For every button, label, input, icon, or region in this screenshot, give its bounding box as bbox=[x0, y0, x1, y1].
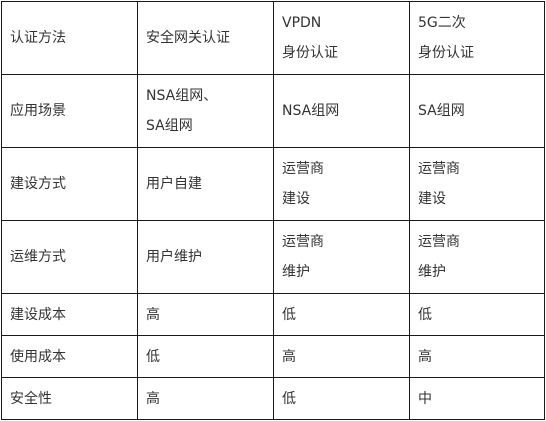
cell-line: 低 bbox=[146, 348, 160, 365]
row-label: 建设成本 bbox=[10, 306, 66, 323]
table-cell: VPDN 身份认证 bbox=[273, 1, 410, 75]
table-cell: 运营商 建设 bbox=[273, 147, 410, 221]
table-cell: 低 bbox=[409, 293, 545, 336]
table-cell: NSA组网、 SA组网 bbox=[137, 74, 274, 148]
cell-line: SA组网 bbox=[418, 103, 465, 119]
cell-line: 身份认证 bbox=[418, 45, 474, 61]
cell-line: 运营商 bbox=[282, 234, 324, 250]
table-cell: 高 bbox=[409, 335, 545, 378]
cell-line: 低 bbox=[282, 306, 296, 323]
table-cell: 低 bbox=[273, 293, 410, 336]
cell-line: SA组网 bbox=[146, 118, 193, 134]
table-cell: 高 bbox=[137, 293, 274, 336]
table-cell: 中 bbox=[409, 377, 545, 420]
row-label-cell: 安全性 bbox=[1, 377, 138, 420]
cell-line: 用户维护 bbox=[146, 249, 202, 265]
row-label: 认证方法 bbox=[10, 30, 66, 46]
row-label-cell: 建设成本 bbox=[1, 293, 138, 336]
cell-line: 高 bbox=[146, 306, 160, 323]
cell-line: 运营商 bbox=[418, 234, 460, 250]
cell-line: 中 bbox=[418, 390, 432, 407]
row-label: 运维方式 bbox=[10, 249, 66, 265]
cell-line: 维护 bbox=[418, 264, 446, 280]
row-label-cell: 认证方法 bbox=[1, 1, 138, 75]
row-label-cell: 应用场景 bbox=[1, 74, 138, 148]
table-cell: 运营商 维护 bbox=[273, 220, 410, 294]
table-row-build-cost: 建设成本 高 低 低 bbox=[1, 293, 545, 336]
cell-line: NSA组网 bbox=[282, 103, 340, 119]
row-label: 建设方式 bbox=[10, 176, 66, 192]
table-row-maintenance: 运维方式 用户维护 运营商维护 运营商维护 bbox=[1, 220, 545, 294]
cell-line: 身份认证 bbox=[282, 45, 338, 61]
table-cell: 用户维护 bbox=[137, 220, 274, 294]
row-label-cell: 使用成本 bbox=[1, 335, 138, 378]
cell-line: 建设 bbox=[282, 191, 310, 207]
row-label-cell: 建设方式 bbox=[1, 147, 138, 221]
table-cell: 运营商 维护 bbox=[409, 220, 545, 294]
table-cell: 5G二次身份认证 bbox=[409, 1, 545, 75]
cell-line: 高 bbox=[282, 348, 296, 365]
table-cell: SA组网 bbox=[409, 74, 545, 148]
cell-line: 运营商 bbox=[418, 161, 460, 177]
row-label: 应用场景 bbox=[10, 103, 66, 119]
cell-line: 安全网关认证 bbox=[146, 30, 230, 46]
cell-line: 5G二次 bbox=[418, 15, 466, 31]
table-cell: 低 bbox=[137, 335, 274, 378]
cell-line: 建设 bbox=[418, 191, 446, 207]
table-row-security: 安全性 高 低 中 bbox=[1, 377, 545, 420]
table-row-construction: 建设方式 用户自建 运营商建设 运营商建设 bbox=[1, 147, 545, 221]
cell-line: 用户自建 bbox=[146, 176, 202, 192]
cell-line: 低 bbox=[282, 390, 296, 407]
cell-line: 高 bbox=[146, 390, 160, 407]
cell-line: 高 bbox=[418, 348, 432, 365]
row-label-cell: 运维方式 bbox=[1, 220, 138, 294]
cell-line: 维护 bbox=[282, 264, 310, 280]
cell-line: NSA组网、 bbox=[146, 88, 218, 104]
table-cell: 用户自建 bbox=[137, 147, 274, 221]
row-label: 使用成本 bbox=[10, 348, 66, 365]
table-cell: 低 bbox=[273, 377, 410, 420]
cell-line: 运营商 bbox=[282, 161, 324, 177]
table-cell: 高 bbox=[273, 335, 410, 378]
table-cell: 安全网关认证 bbox=[137, 1, 274, 75]
table-cell: 高 bbox=[137, 377, 274, 420]
table-cell: NSA组网 bbox=[273, 74, 410, 148]
cell-line: 低 bbox=[418, 306, 432, 323]
table-row-scenario: 应用场景 NSA组网、 SA组网 NSA组网 SA组网 bbox=[1, 74, 545, 148]
table-row-usage-cost: 使用成本 低 高 高 bbox=[1, 335, 545, 378]
comparison-table: 认证方法 安全网关认证 VPDN 身份认证 5G二次身份认证 应用场景 NSA组网… bbox=[1, 1, 545, 420]
row-label: 安全性 bbox=[10, 390, 52, 407]
cell-line: VPDN bbox=[282, 15, 322, 31]
table-cell: 运营商 建设 bbox=[409, 147, 545, 221]
table-row-auth-method: 认证方法 安全网关认证 VPDN 身份认证 5G二次身份认证 bbox=[1, 1, 545, 75]
